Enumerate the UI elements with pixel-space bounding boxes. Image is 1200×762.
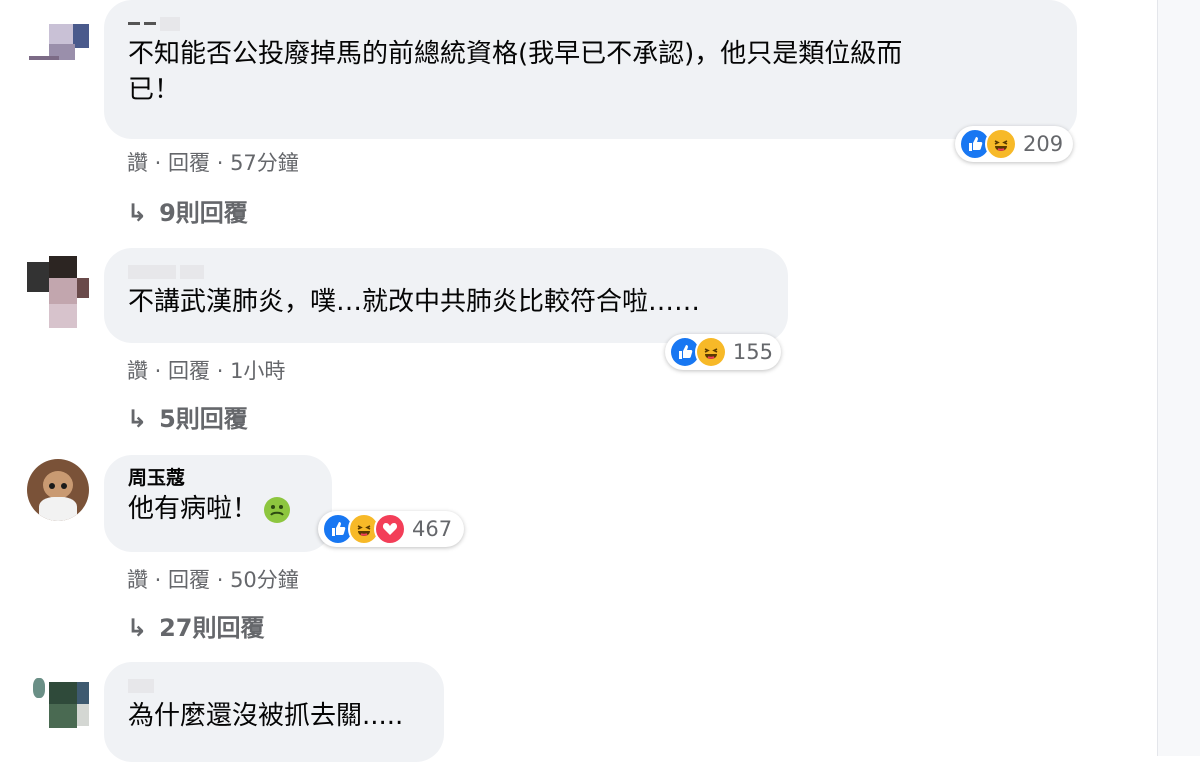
comment-actions: 讚 · 回覆 · 57分鐘 — [127, 147, 299, 177]
haha-reaction-icon — [985, 128, 1017, 160]
comment-text: 不知能否公投廢掉馬的前總統資格(我早已不承認)，他只是類位級而 已！ — [128, 36, 1053, 108]
comment-text: 不講武漢肺炎，噗…就改中共肺炎比較符合啦…… — [128, 284, 764, 320]
reaction-summary[interactable]: 467 — [318, 511, 464, 547]
replies-count-label: 9則回覆 — [159, 199, 248, 227]
replies-count-label: 27則回覆 — [159, 614, 265, 642]
separator: · — [210, 359, 231, 383]
right-panel-edge — [1157, 0, 1200, 756]
reaction-count: 209 — [1023, 132, 1064, 156]
like-link[interactable]: 讚 — [127, 359, 148, 383]
separator: · — [148, 151, 169, 175]
comment-text: 為什麼還沒被抓去關..... — [128, 698, 420, 734]
author-name-redacted[interactable] — [128, 10, 1053, 36]
like-link[interactable]: 讚 — [127, 151, 148, 175]
comment-text-line: 不講武漢肺炎，噗…就改中共肺炎比較符合啦…… — [128, 287, 701, 317]
comment-bubble: 為什麼還沒被抓去關..... — [104, 662, 444, 762]
reaction-count: 467 — [412, 517, 453, 541]
like-link[interactable]: 讚 — [127, 568, 148, 592]
comment-text-line: 不知能否公投廢掉馬的前總統資格(我早已不承認)，他只是類位級而 — [128, 39, 903, 69]
reaction-summary[interactable]: 155 — [665, 334, 781, 370]
separator: · — [148, 568, 169, 592]
reply-link[interactable]: 回覆 — [168, 568, 210, 592]
author-name-redacted[interactable] — [128, 672, 420, 698]
separator: · — [210, 151, 231, 175]
comment-bubble: 不知能否公投廢掉馬的前總統資格(我早已不承認)，他只是類位級而 已！ — [104, 0, 1077, 139]
reply-arrow-icon: ↳ — [127, 199, 148, 227]
nauseated-face-emoji — [264, 496, 291, 523]
reply-link[interactable]: 回覆 — [168, 151, 210, 175]
view-replies-link[interactable]: ↳ 27則回覆 — [127, 608, 265, 643]
haha-reaction-icon — [694, 336, 727, 368]
comment-text-line: 已！ — [128, 75, 181, 105]
reply-arrow-icon: ↳ — [127, 614, 148, 642]
author-name[interactable]: 周玉蔻 — [128, 465, 308, 491]
reaction-summary[interactable]: 209 — [955, 126, 1073, 162]
comment-actions: 讚 · 回覆 · 1小時 — [127, 355, 285, 385]
avatar[interactable] — [27, 459, 89, 521]
separator: · — [210, 568, 231, 592]
reaction-count: 155 — [732, 340, 773, 364]
avatar[interactable] — [27, 0, 89, 60]
love-reaction-icon — [374, 513, 406, 545]
comment-timestamp[interactable]: 50分鐘 — [230, 568, 299, 592]
comment-text-line: 為什麼還沒被抓去關..... — [128, 701, 404, 731]
comment-timestamp[interactable]: 1小時 — [230, 359, 285, 383]
avatar[interactable] — [27, 256, 89, 328]
replies-count-label: 5則回覆 — [159, 405, 248, 433]
separator: · — [148, 359, 169, 383]
avatar[interactable] — [27, 670, 89, 740]
comment-bubble: 不講武漢肺炎，噗…就改中共肺炎比較符合啦…… — [104, 248, 788, 343]
comment-text-line: 他有病啦！ — [128, 494, 259, 524]
reply-link[interactable]: 回覆 — [168, 359, 210, 383]
view-replies-link[interactable]: ↳ 9則回覆 — [127, 193, 248, 228]
comment-actions: 讚 · 回覆 · 50分鐘 — [127, 564, 299, 594]
author-name-redacted[interactable] — [128, 258, 764, 284]
comment-text: 他有病啦！ — [128, 491, 308, 527]
comment-timestamp[interactable]: 57分鐘 — [230, 151, 299, 175]
comment-bubble: 周玉蔻 他有病啦！ — [104, 455, 332, 552]
reply-arrow-icon: ↳ — [127, 405, 148, 433]
view-replies-link[interactable]: ↳ 5則回覆 — [127, 399, 248, 434]
